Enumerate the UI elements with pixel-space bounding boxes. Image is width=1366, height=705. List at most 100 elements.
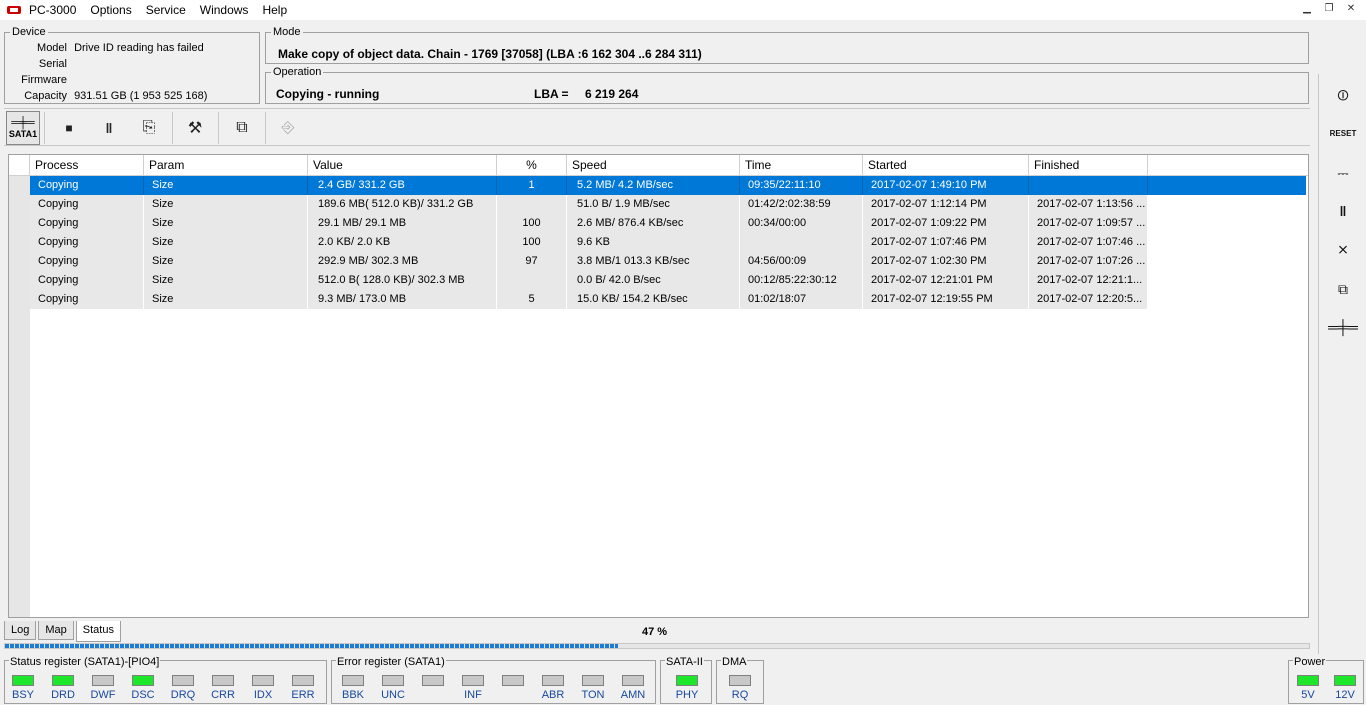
power-toggle-button[interactable]: ⏼ (1327, 80, 1359, 110)
header-speed[interactable]: Speed (567, 155, 740, 176)
stop-button[interactable]: ■ (52, 113, 86, 143)
header-param[interactable]: Param (144, 155, 308, 176)
signal-button[interactable]: ⎓ (1327, 158, 1359, 188)
menu-service[interactable]: Service (146, 3, 186, 17)
status-register-title: Status register (SATA1)-[PIO4] (9, 656, 161, 668)
cell-value: 2.4 GB/ 331.2 GB (308, 176, 497, 195)
dma-panel: DMA RQ (716, 656, 764, 704)
led-label-drq: DRQ (170, 689, 196, 701)
pause-side-button[interactable]: ‖ (1327, 196, 1359, 226)
pause-side-icon: ‖ (1339, 203, 1347, 219)
cell-started: 2017-02-07 1:49:10 PM (863, 176, 1029, 195)
cell-value: 189.6 MB( 512.0 KB)/ 331.2 GB (308, 195, 497, 214)
lba-label: LBA = (534, 87, 569, 101)
disconnect-button[interactable]: ⨯ (1327, 234, 1359, 264)
led-label-amn: AMN (620, 689, 646, 701)
table-row[interactable]: Copying Size 2.4 GB/ 331.2 GB 1 5.2 MB/ … (30, 176, 1306, 195)
signal-icon: ⎓ (1337, 164, 1349, 181)
cell-started: 2017-02-07 1:02:30 PM (863, 252, 1029, 271)
led-err (292, 675, 314, 686)
table-row[interactable]: Copying Size 189.6 MB( 512.0 KB)/ 331.2 … (30, 195, 1306, 214)
tab-status[interactable]: Status (75, 621, 121, 642)
table-row[interactable]: Copying Size 512.0 B( 128.0 KB)/ 302.3 M… (30, 271, 1306, 290)
pause-button[interactable]: ‖ (92, 113, 126, 143)
led-drq (172, 675, 194, 686)
led-dsc (132, 675, 154, 686)
tools-button[interactable]: ⚒ (178, 113, 212, 143)
status-register-panel: Status register (SATA1)-[PIO4] BSY DRD D… (4, 656, 327, 704)
cell-percent (497, 271, 567, 290)
export-button[interactable]: ⎘ (132, 113, 166, 143)
header-finished[interactable]: Finished (1029, 155, 1148, 176)
cell-time: 01:42/2:02:38:59 (740, 195, 863, 214)
led-idx (252, 675, 274, 686)
led-label-err: ERR (291, 689, 315, 701)
stop-icon: ■ (65, 121, 73, 135)
header-started[interactable]: Started (863, 155, 1029, 176)
table-row[interactable]: Copying Size 2.0 KB/ 2.0 KB 100 9.6 KB 2… (30, 233, 1306, 252)
firmware-label: Firmware (21, 74, 67, 86)
cell-started: 2017-02-07 1:07:46 PM (863, 233, 1029, 252)
led-label-crr: CRR (211, 689, 235, 701)
menu-windows[interactable]: Windows (200, 3, 249, 17)
cell-finished: 2017-02-07 12:20:5... (1029, 290, 1148, 309)
header-value[interactable]: Value (308, 155, 497, 176)
led-bbk (342, 675, 364, 686)
restore-icon[interactable]: ❐ (1320, 2, 1338, 18)
cell-time: 01:02/18:07 (740, 290, 863, 309)
led-label-dsc: DSC (131, 689, 155, 701)
led-unlabeled-1 (422, 675, 444, 686)
reset-button[interactable]: RESET (1327, 118, 1359, 148)
header-percent[interactable]: % (497, 155, 567, 176)
led-label-phy: PHY (675, 689, 699, 701)
serial-label: Serial (38, 58, 67, 70)
process-table[interactable]: Process Param Value % Speed Time Started… (8, 154, 1309, 618)
capacity-label: Capacity (24, 90, 67, 102)
right-toolbar: ⏼ RESET ⎓ ‖ ⨯ ⧉ ═╪═ (1318, 74, 1366, 654)
led-dwf (92, 675, 114, 686)
led-rq (729, 675, 751, 686)
lba-value: 6 219 264 (585, 87, 639, 101)
menu-options[interactable]: Options (90, 3, 131, 17)
led-5v (1297, 675, 1319, 686)
cell-param: Size (144, 214, 308, 233)
cell-value: 29.1 MB/ 29.1 MB (308, 214, 497, 233)
led-crr (212, 675, 234, 686)
cell-finished: 2017-02-07 1:09:57 ... (1029, 214, 1148, 233)
mode-title: Mode (271, 25, 303, 39)
copy-side-button[interactable]: ⧉ (1327, 274, 1359, 304)
cell-param: Size (144, 195, 308, 214)
cell-param: Size (144, 252, 308, 271)
close-icon[interactable]: ✕ (1342, 2, 1360, 18)
cell-process: Copying (30, 176, 144, 195)
windows-button[interactable]: ⧉ (225, 113, 259, 143)
cell-finished: 2017-02-07 1:13:56 ... (1029, 195, 1148, 214)
tab-log[interactable]: Log (4, 621, 37, 640)
led-label-inf: INF (464, 689, 482, 701)
led-label-idx: IDX (253, 689, 273, 701)
pause-icon: ‖ (105, 120, 113, 136)
connector-button[interactable]: ═╪═ (1327, 312, 1359, 342)
copy-windows-icon: ⧉ (236, 119, 248, 136)
led-drd (52, 675, 74, 686)
table-row[interactable]: Copying Size 9.3 MB/ 173.0 MB 5 15.0 KB/… (30, 290, 1306, 309)
table-row[interactable]: Copying Size 292.9 MB/ 302.3 MB 97 3.8 M… (30, 252, 1306, 271)
menu-help[interactable]: Help (262, 3, 287, 17)
led-phy (676, 675, 698, 686)
cell-percent: 1 (497, 176, 567, 195)
cell-started: 2017-02-07 1:12:14 PM (863, 195, 1029, 214)
header-time[interactable]: Time (740, 155, 863, 176)
exit-button[interactable]: ⎆ (271, 113, 305, 143)
operation-title: Operation (271, 65, 324, 79)
copy-side-icon: ⧉ (1338, 280, 1348, 297)
table-row[interactable]: Copying Size 29.1 MB/ 29.1 MB 100 2.6 MB… (30, 214, 1306, 233)
operation-status: Copying - running (276, 87, 380, 101)
cell-time: 00:12/85:22:30:12 (740, 271, 863, 290)
header-process[interactable]: Process (30, 155, 144, 176)
cell-filler (1148, 176, 1306, 195)
sata-port-button[interactable]: ═╪═ SATA1 (6, 111, 40, 145)
minimize-icon[interactable]: ▁ (1298, 2, 1316, 18)
cell-finished (1029, 176, 1148, 195)
led-unlabeled-2 (502, 675, 524, 686)
tab-map[interactable]: Map (38, 621, 74, 640)
